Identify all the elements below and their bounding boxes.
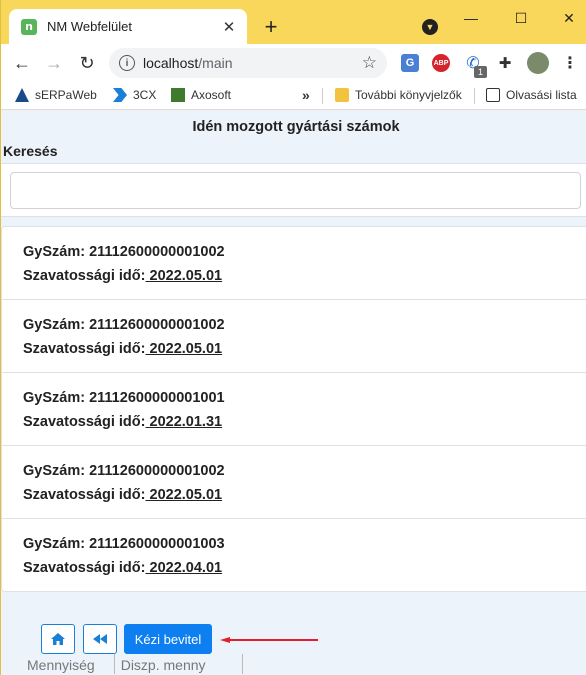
- warranty-value: 2022.04.01: [149, 560, 223, 576]
- warranty-line: Szavatossági idő: 2022.05.01: [23, 268, 222, 284]
- close-icon[interactable]: ✕: [219, 17, 239, 37]
- favicon-icon: n: [21, 18, 37, 35]
- warranty-value: 2022.01.31: [149, 414, 223, 430]
- footer-label: Mennyiség: [27, 657, 95, 673]
- close-window-button[interactable]: ✕: [554, 6, 584, 30]
- forward-icon[interactable]: →: [42, 52, 66, 74]
- list-item[interactable]: GySzám: 21112600000001002 Szavatossági i…: [2, 227, 586, 300]
- bookmark-label: További könyvjelzők: [355, 88, 462, 102]
- serial-line: GySzám: 21112600000001003: [23, 536, 225, 552]
- home-icon: [51, 633, 65, 645]
- manual-entry-button[interactable]: Kézi bevitel: [124, 624, 212, 654]
- profile-avatar[interactable]: [527, 52, 549, 74]
- serial-label: GySzám:: [23, 390, 86, 406]
- warranty-label: Szavatossági idő:: [23, 268, 146, 284]
- reload-icon[interactable]: ↻: [75, 52, 99, 74]
- tab-nm-webfelulet[interactable]: n NM Webfelület ✕: [9, 9, 247, 44]
- page-content: Idén mozgott gyártási számok Keresés GyS…: [1, 111, 586, 675]
- serial-label: GySzám:: [23, 317, 86, 333]
- bookmark-other[interactable]: További könyvjelzők: [335, 88, 462, 102]
- browser-menu-icon[interactable]: ⋮: [561, 54, 579, 72]
- footer-divider: [114, 654, 115, 674]
- browser-window: n NM Webfelület ✕ + ▼ — ☐ ✕ ← → ↻ i loca…: [0, 0, 586, 675]
- list-item[interactable]: GySzám: 21112600000001002 Szavatossági i…: [2, 300, 586, 373]
- url-text[interactable]: localhost/main: [143, 55, 233, 71]
- bookmark-label: Axosoft: [191, 88, 232, 102]
- bookmark-label: 3CX: [133, 88, 157, 102]
- serial-value: 21112600000001002: [89, 244, 225, 260]
- url-host: localhost: [143, 55, 199, 71]
- more-bookmarks-chevron-icon[interactable]: »: [302, 87, 310, 103]
- bookmark-divider: [322, 88, 323, 104]
- tab-search-icon[interactable]: ▼: [422, 19, 438, 35]
- serial-list: GySzám: 21112600000001002 Szavatossági i…: [1, 226, 586, 592]
- phone-badge: 1: [474, 66, 487, 78]
- serial-line: GySzám: 21112600000001002: [23, 244, 225, 260]
- adblock-plus-icon[interactable]: ABP: [432, 54, 450, 72]
- serial-value: 21112600000001001: [89, 390, 225, 406]
- browser-toolbar: ← → ↻ i localhost/main ☆ G ABP ✆ 1 ✚ ⋮: [1, 44, 586, 82]
- footer-divider: [242, 654, 243, 674]
- underlying-footer: Mennyiség Diszp. menny: [27, 657, 232, 673]
- bookmark-axosoft[interactable]: Axosoft: [171, 88, 231, 102]
- warranty-label: Szavatossági idő:: [23, 560, 146, 576]
- warranty-value: 2022.05.01: [149, 268, 223, 284]
- extensions-puzzle-icon[interactable]: ✚: [496, 54, 514, 72]
- warranty-line: Szavatossági idő: 2022.01.31: [23, 414, 222, 430]
- serial-label: GySzám:: [23, 463, 86, 479]
- maximize-button[interactable]: ☐: [506, 6, 536, 30]
- annotation-arrow: [220, 637, 318, 643]
- page-title: Idén mozgott gyártási számok: [192, 119, 400, 135]
- tab-strip: n NM Webfelület ✕ + ▼ — ☐ ✕: [1, 0, 586, 44]
- reading-list[interactable]: Olvasási lista: [486, 88, 577, 102]
- reading-list-icon: [486, 88, 500, 102]
- list-item[interactable]: GySzám: 21112600000001002 Szavatossági i…: [2, 446, 586, 519]
- axosoft-icon: [171, 88, 185, 102]
- search-input[interactable]: [10, 172, 581, 209]
- warranty-line: Szavatossági idő: 2022.05.01: [23, 487, 222, 503]
- serial-value: 21112600000001002: [89, 463, 225, 479]
- url-path: /main: [198, 55, 233, 71]
- bookmark-label: sERPaWeb: [35, 88, 97, 102]
- bookmark-divider: [474, 88, 475, 104]
- list-item[interactable]: GySzám: 21112600000001001 Szavatossági i…: [2, 373, 586, 446]
- list-item[interactable]: GySzám: 21112600000001003 Szavatossági i…: [2, 519, 586, 592]
- serial-line: GySzám: 21112600000001001: [23, 390, 225, 406]
- search-panel: [1, 163, 586, 217]
- warranty-value: 2022.05.01: [149, 341, 223, 357]
- warranty-label: Szavatossági idő:: [23, 341, 146, 357]
- folder-icon: [335, 88, 349, 102]
- warranty-value: 2022.05.01: [149, 487, 223, 503]
- serial-value: 21112600000001002: [89, 317, 225, 333]
- serial-label: GySzám:: [23, 244, 86, 260]
- home-button[interactable]: [41, 624, 75, 654]
- address-bar[interactable]: i localhost/main ☆: [109, 48, 387, 78]
- tab-title: NM Webfelület: [47, 19, 133, 34]
- back-icon[interactable]: ←: [10, 52, 34, 74]
- bookmark-star-icon[interactable]: ☆: [362, 53, 377, 73]
- serial-line: GySzám: 21112600000001002: [23, 317, 225, 333]
- warranty-label: Szavatossági idő:: [23, 414, 146, 430]
- bookmark-label: Olvasási lista: [506, 88, 577, 102]
- warranty-line: Szavatossági idő: 2022.04.01: [23, 560, 222, 576]
- back-button[interactable]: [83, 624, 117, 654]
- minimize-button[interactable]: —: [456, 6, 486, 30]
- serial-label: GySzám:: [23, 536, 86, 552]
- bookmarks-bar: sERPaWeb 3CX Axosoft » További könyvjelz…: [1, 82, 586, 110]
- new-tab-button[interactable]: +: [259, 14, 283, 39]
- fast-backward-icon: [93, 634, 107, 644]
- 3cx-icon: [113, 88, 127, 102]
- warranty-label: Szavatossági idő:: [23, 487, 146, 503]
- serpaweb-icon: [15, 88, 29, 102]
- search-label: Keresés: [3, 143, 58, 159]
- bookmark-serpaweb[interactable]: sERPaWeb: [15, 88, 97, 102]
- bookmark-3cx[interactable]: 3CX: [113, 88, 156, 102]
- warranty-line: Szavatossági idő: 2022.05.01: [23, 341, 222, 357]
- footer-label: Diszp. menny: [120, 657, 206, 673]
- info-icon[interactable]: i: [119, 55, 135, 71]
- serial-value: 21112600000001003: [89, 536, 225, 552]
- serial-line: GySzám: 21112600000001002: [23, 463, 225, 479]
- translate-icon[interactable]: G: [401, 54, 419, 72]
